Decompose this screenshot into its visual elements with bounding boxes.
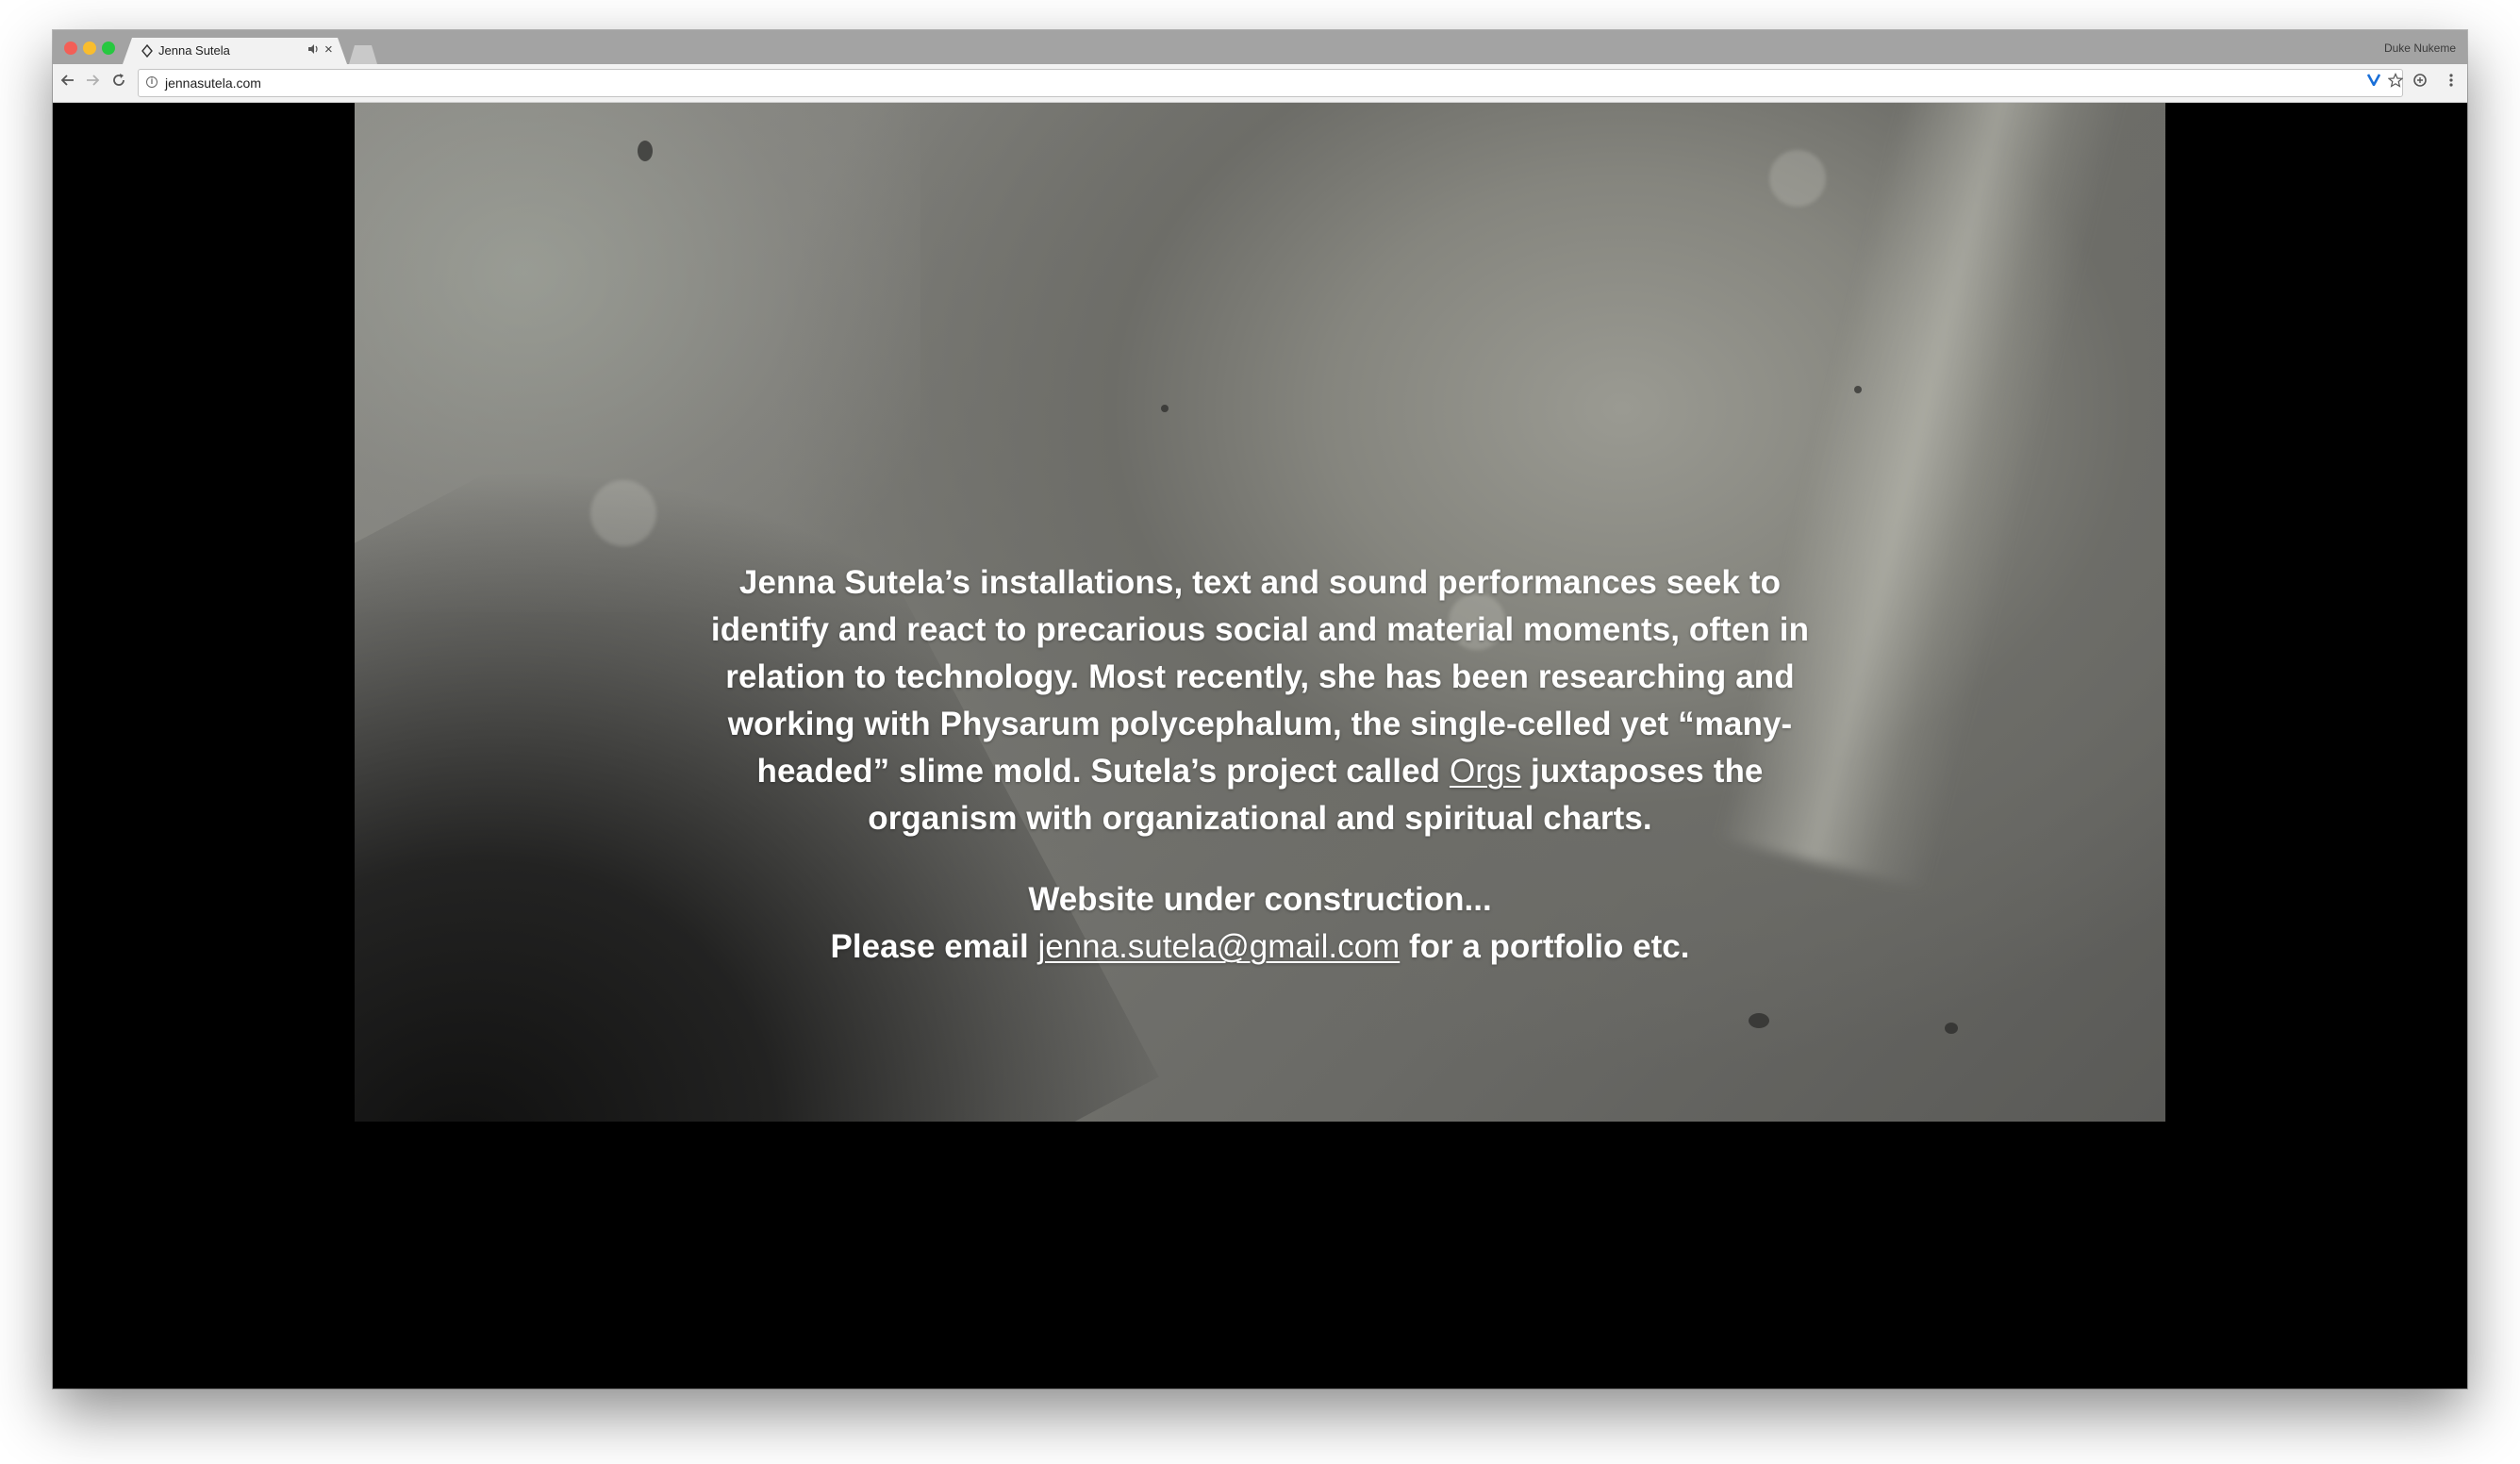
tab-title: Jenna Sutela <box>158 43 230 58</box>
address-bar[interactable]: i jennasutela.com <box>138 69 2403 97</box>
browser-toolbar: i jennasutela.com <box>53 64 2467 103</box>
menu-icon[interactable] <box>2448 73 2454 93</box>
arrow-left-icon[interactable] <box>60 73 75 92</box>
email-suffix: for a portfolio etc. <box>1400 928 1690 965</box>
tab-close-icon[interactable]: × <box>324 42 333 58</box>
orgs-link[interactable]: Orgs <box>1450 753 1521 790</box>
info-icon[interactable]: i <box>146 76 158 88</box>
v-extension-icon[interactable] <box>2366 73 2381 92</box>
url-text[interactable]: jennasutela.com <box>165 75 261 91</box>
arrow-right-icon[interactable] <box>85 73 100 92</box>
new-tab-button[interactable] <box>349 45 377 64</box>
contact-note: Website under construction... Please ema… <box>688 876 1832 971</box>
page-body: Jenna Sutela’s installations, text and s… <box>53 103 2467 1389</box>
email-link[interactable]: jenna.sutela@gmail.com <box>1037 928 1400 965</box>
speaker-icon[interactable] <box>307 43 321 58</box>
construction-notice: Website under construction... <box>1028 881 1492 918</box>
reload-icon[interactable] <box>111 73 126 92</box>
minimize-window-button[interactable] <box>83 42 96 55</box>
shield-icon[interactable] <box>2412 73 2428 93</box>
artist-bio: Jenna Sutela’s installations, text and s… <box>688 559 1832 842</box>
maximize-window-button[interactable] <box>102 42 115 55</box>
diamond-favicon-icon <box>141 44 153 58</box>
browser-window: Jenna Sutela × Duke Nukeme i jennasutela… <box>53 30 2467 1389</box>
close-window-button[interactable] <box>64 42 77 55</box>
email-line: Please email jenna.sutela@gmail.com for … <box>688 923 1832 971</box>
star-icon[interactable] <box>2387 73 2404 93</box>
email-prefix: Please email <box>830 928 1038 965</box>
profile-name[interactable]: Duke Nukeme <box>2384 42 2456 55</box>
tab-strip: Jenna Sutela × Duke Nukeme <box>53 30 2467 64</box>
intro-text-block: Jenna Sutela’s installations, text and s… <box>355 103 2165 1122</box>
